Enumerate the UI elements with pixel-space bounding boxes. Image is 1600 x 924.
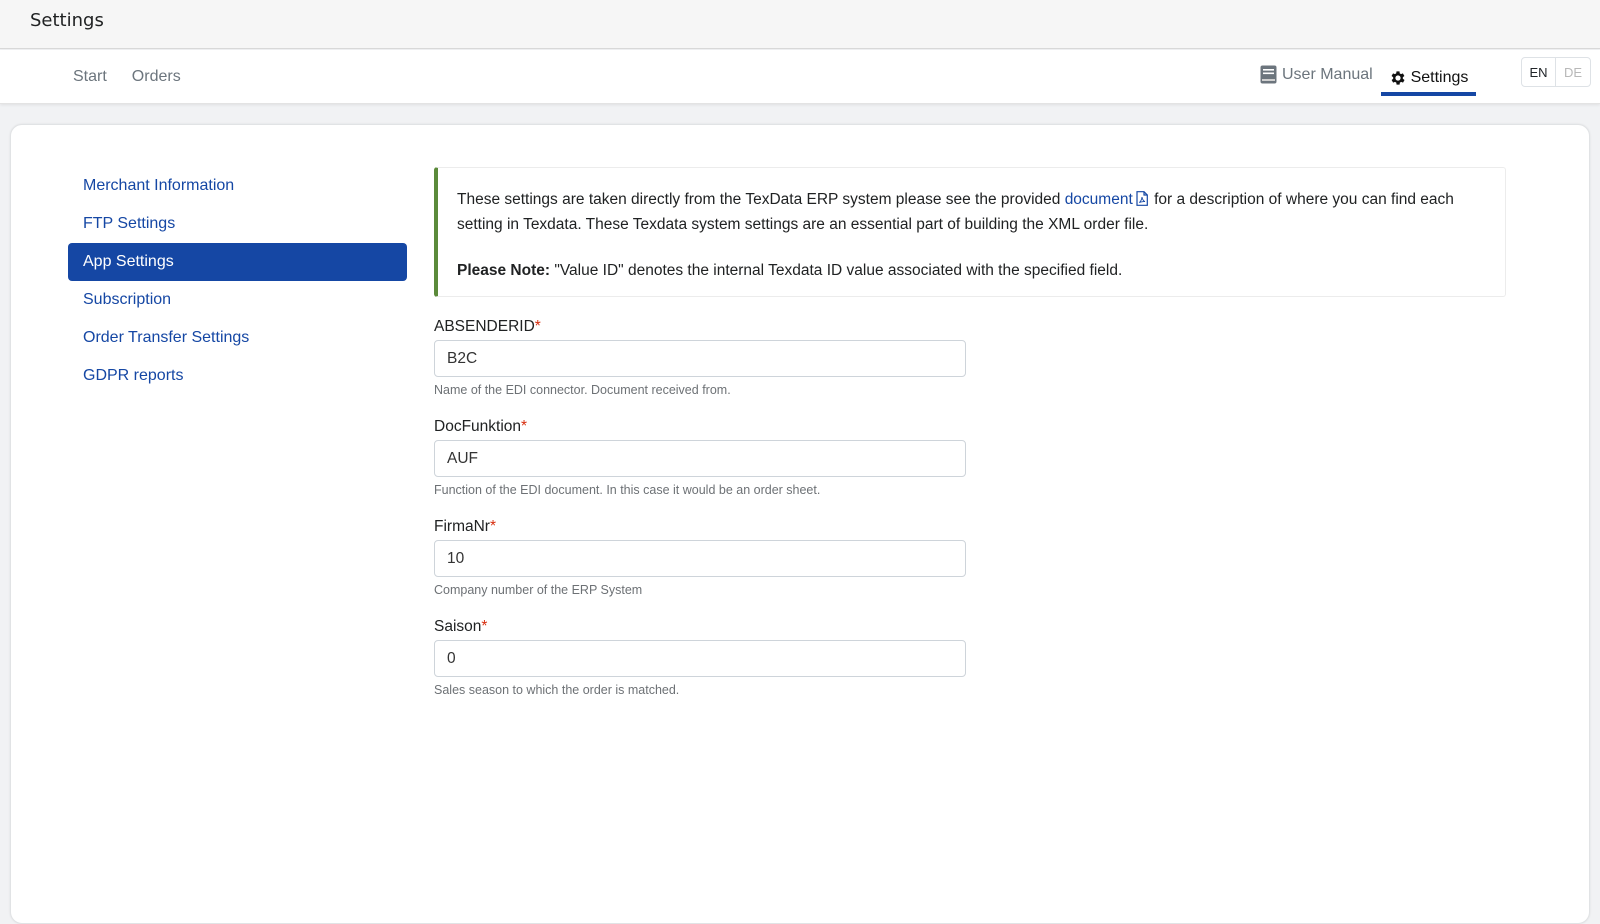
absenderid-input[interactable] (434, 340, 966, 377)
sidebar-item-ftp-settings[interactable]: FTP Settings (68, 205, 407, 243)
saison-help: Sales season to which the order is match… (434, 683, 680, 697)
app-settings-form: ABSENDERID* Name of the EDI connector. D… (434, 318, 966, 718)
firmanr-help: Company number of the ERP System (434, 583, 643, 597)
docfunktion-label: DocFunktion* (434, 418, 966, 440)
required-marker: * (521, 418, 528, 435)
required-marker: * (481, 618, 488, 635)
firmanr-label-text: FirmaNr (434, 518, 490, 535)
saison-input[interactable] (434, 640, 966, 677)
note-text: "Value ID" denotes the internal Texdata … (550, 262, 1123, 279)
user-manual-link[interactable]: User Manual (1260, 65, 1373, 84)
app-titlebar: Settings (0, 0, 1600, 49)
nav-settings-label: Settings (1410, 68, 1469, 86)
absenderid-label: ABSENDERID* (434, 318, 966, 340)
firmanr-label: FirmaNr* (434, 518, 966, 540)
sidebar-item-order-transfer-settings[interactable]: Order Transfer Settings (68, 319, 407, 357)
nav-orders-link[interactable]: Orders (132, 68, 181, 86)
field-docfunktion: DocFunktion* Function of the EDI documen… (434, 418, 966, 499)
language-switcher: EN DE (1521, 57, 1591, 87)
top-navbar: Start Orders User Manual Settings EN DE (0, 50, 1600, 104)
absenderid-label-text: ABSENDERID (434, 318, 535, 335)
book-icon (1260, 65, 1277, 84)
nav-start-link[interactable]: Start (73, 68, 107, 86)
app-title: Settings (30, 10, 104, 31)
saison-label: Saison* (434, 618, 966, 640)
document-link[interactable]: document (1065, 191, 1133, 208)
pdf-file-icon[interactable] (1136, 190, 1148, 213)
info-paragraph: These settings are taken directly from t… (457, 188, 1486, 236)
nav-settings-tab[interactable]: Settings (1381, 65, 1476, 96)
saison-label-text: Saison (434, 618, 482, 635)
sidebar-item-subscription[interactable]: Subscription (68, 281, 407, 319)
main-nav: Start Orders (73, 68, 181, 86)
docfunktion-help: Function of the EDI document. In this ca… (434, 483, 821, 497)
firmanr-input[interactable] (434, 540, 966, 577)
docfunktion-label-text: DocFunktion (434, 418, 522, 435)
sidebar-item-merchant-information[interactable]: Merchant Information (68, 167, 407, 205)
settings-sidebar: Merchant Information FTP Settings App Se… (68, 167, 407, 395)
sidebar-item-gdpr-reports[interactable]: GDPR reports (68, 357, 407, 395)
docfunktion-input[interactable] (434, 440, 966, 477)
required-marker: * (534, 318, 541, 335)
field-saison: Saison* Sales season to which the order … (434, 618, 966, 699)
field-absenderid: ABSENDERID* Name of the EDI connector. D… (434, 318, 966, 399)
user-manual-label: User Manual (1282, 65, 1373, 83)
field-firmanr: FirmaNr* Company number of the ERP Syste… (434, 518, 966, 599)
lang-de-button[interactable]: DE (1556, 58, 1590, 86)
required-marker: * (489, 518, 497, 535)
note-label: Please Note: (457, 262, 551, 279)
sidebar-item-app-settings[interactable]: App Settings (68, 243, 407, 281)
lang-en-button[interactable]: EN (1522, 58, 1556, 86)
gear-icon (1391, 70, 1405, 85)
absenderid-help: Name of the EDI connector. Document rece… (434, 383, 731, 397)
settings-card: Merchant Information FTP Settings App Se… (10, 124, 1590, 924)
info-callout: These settings are taken directly from t… (434, 167, 1506, 297)
info-text-before: These settings are taken directly from t… (457, 191, 1065, 208)
info-note: Please Note: "Value ID" denotes the inte… (457, 259, 1486, 282)
